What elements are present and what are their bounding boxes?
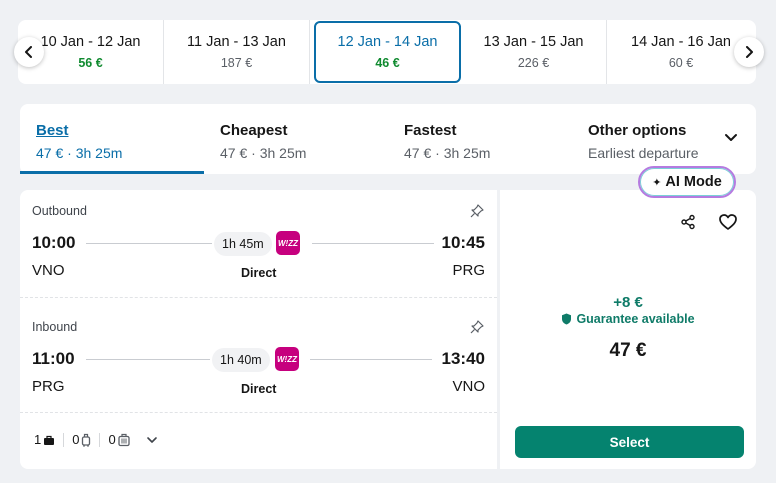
leg-label: Inbound [32,320,78,334]
arrival-time: 13:40 [441,349,485,368]
departure-airport: VNO [32,262,65,279]
pin-icon[interactable] [470,320,484,334]
departure-time: 11:00 [32,349,75,368]
arrival-airport: PRG [452,262,485,279]
tab-title: Other options [588,122,687,139]
sparkle-icon: ✦ [652,176,662,189]
personal-bag-icon [44,435,55,445]
divider [99,432,101,447]
leg-divider [20,297,497,298]
tab-title: Fastest [404,122,457,139]
route-line [310,359,432,360]
arrival-airport: VNO [452,378,485,395]
total-price: 47 € [609,340,647,361]
date-price: 226 € [517,56,550,70]
airline-logo: W!ZZ [275,347,299,371]
tab-subtitle: 47 € · 3h 25m [220,145,307,161]
checked-bag: 0 [108,432,130,447]
date-range: 13 Jan - 15 Jan [483,34,584,50]
share-icon[interactable] [680,214,696,230]
route-line [86,243,212,244]
itinerary-legs[interactable]: Outbound 10:00 1h 45m W!ZZ 10:45 VNO Dir… [20,190,497,469]
date-option[interactable]: 14 Jan - 16 Jan 60 € [608,20,754,84]
date-strip: 10 Jan - 12 Jan 56 € 11 Jan - 13 Jan 187… [18,20,756,84]
tab-other-options[interactable]: Other options Earliest departure [588,104,699,174]
tab-subtitle: 47 € · 3h 25m [404,145,491,161]
guarantee-info[interactable]: Guarantee available [500,312,756,326]
date-range: 14 Jan - 16 Jan [631,34,731,50]
guarantee-label: Guarantee available [576,312,695,326]
ai-mode-label: AI Mode [665,174,722,190]
tab-best[interactable]: Best 47 € · 3h 25m [36,104,122,174]
departure-time: 10:00 [32,233,76,252]
inbound-leg: Inbound 11:00 1h 40m W!ZZ 13:40 PRG Dire… [20,306,497,416]
flight-duration: 1h 40m [212,348,270,372]
date-option[interactable]: 13 Jan - 15 Jan 226 € [461,20,607,84]
date-price: 187 € [220,56,253,70]
active-tab-indicator [20,171,204,174]
select-button[interactable]: Select [515,426,744,458]
cabin-bag-icon [82,433,91,447]
date-option-selected[interactable]: 12 Jan - 14 Jan 46 € [314,21,461,83]
divider [63,432,65,447]
stops-label: Direct [241,382,277,396]
tab-subtitle: Earliest departure [588,145,699,161]
date-price: 60 € [668,56,694,70]
chevron-down-icon[interactable] [724,130,738,144]
prev-dates-button[interactable] [14,37,44,67]
date-range: 10 Jan - 12 Jan [40,34,141,50]
shield-icon [562,313,572,325]
chevron-right-icon [746,46,753,58]
leg-divider [20,412,497,413]
cabin-bag: 0 [72,432,101,447]
pin-icon[interactable] [470,204,484,218]
route-line [86,359,210,360]
departure-airport: PRG [32,378,65,395]
arrival-time: 10:45 [441,233,485,252]
outbound-leg: Outbound 10:00 1h 45m W!ZZ 10:45 VNO Dir… [20,190,497,300]
tab-title: Cheapest [220,122,288,139]
ai-mode-button[interactable]: ✦ AI Mode [638,166,736,198]
leg-label: Outbound [32,204,87,218]
checked-bag-count: 0 [108,432,116,447]
personal-item: 1 [34,432,65,447]
heart-icon[interactable] [718,212,738,232]
airline-logo: W!ZZ [276,231,300,255]
route-line [312,243,434,244]
baggage-summary[interactable]: 1 0 0 [34,432,158,447]
checked-bag-icon [118,433,130,446]
cabin-bag-count: 0 [72,432,80,447]
date-price: 56 € [78,56,103,70]
next-dates-button[interactable] [734,37,764,67]
sort-tabs: Best 47 € · 3h 25m Cheapest 47 € · 3h 25… [20,104,756,174]
tab-fastest[interactable]: Fastest 47 € · 3h 25m [404,104,490,174]
price-panel: +8 € Guarantee available 47 € Select [500,190,756,469]
tab-subtitle: 47 € · 3h 25m [36,145,123,161]
chevron-down-icon[interactable] [146,434,158,446]
flight-duration: 1h 45m [214,232,272,256]
date-range: 11 Jan - 13 Jan [187,34,286,50]
guarantee-price: +8 € [613,294,643,311]
tab-cheapest[interactable]: Cheapest 47 € · 3h 25m [220,104,306,174]
tab-title: Best [36,122,69,139]
date-option[interactable]: 11 Jan - 13 Jan 187 € [164,20,310,84]
chevron-left-icon [25,46,32,58]
personal-item-count: 1 [34,432,42,447]
stops-label: Direct [241,266,277,280]
date-range: 12 Jan - 14 Jan [337,34,438,50]
date-price: 46 € [375,56,400,70]
